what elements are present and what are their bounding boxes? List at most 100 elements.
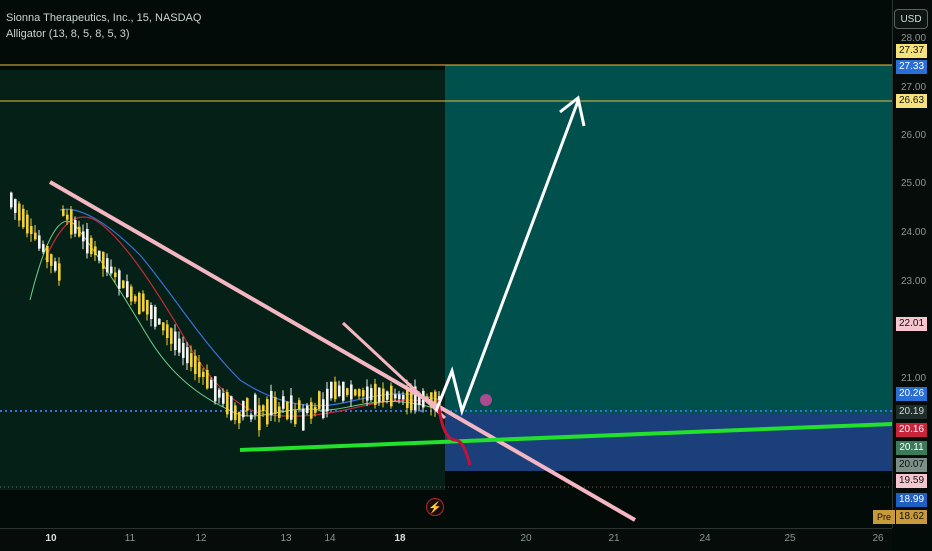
candle-body <box>30 226 33 234</box>
candle-body <box>182 342 185 358</box>
candle-body <box>298 400 301 410</box>
symbol-title[interactable]: Sionna Therapeutics, Inc., 15, NASDAQ <box>6 10 201 26</box>
price-tag: 20.26 <box>896 387 927 401</box>
candle-body <box>218 389 221 398</box>
target-zone[interactable] <box>445 65 892 413</box>
candle-body <box>142 293 145 312</box>
candle-body <box>190 353 193 367</box>
candle-body <box>306 405 309 413</box>
candle-body <box>102 251 105 269</box>
candle-body <box>98 250 101 261</box>
candle-body <box>46 245 49 263</box>
candle-body <box>74 219 77 234</box>
price-axis-label: 24.00 <box>901 227 927 238</box>
candle-body <box>122 280 125 289</box>
candle-body <box>314 406 317 413</box>
price-axis-label: 21.00 <box>901 373 927 384</box>
price-tag: 19.59 <box>896 474 927 488</box>
candle-body <box>398 394 401 400</box>
candle-body <box>350 384 353 400</box>
candle-body <box>266 399 269 425</box>
candle-body <box>26 214 29 234</box>
candle-body <box>258 405 261 431</box>
candle-body <box>322 399 325 419</box>
candle-body <box>246 398 249 411</box>
candle-body <box>286 401 289 420</box>
rocket-icon[interactable] <box>480 394 492 406</box>
candle-body <box>378 387 381 402</box>
candle-body <box>58 263 61 281</box>
candle-body <box>154 306 157 327</box>
candle-body <box>234 405 237 421</box>
stop-zone[interactable] <box>445 413 892 471</box>
candle-body <box>358 389 361 397</box>
time-axis-label: 18 <box>394 533 406 544</box>
candle-body <box>198 362 201 378</box>
chart-canvas[interactable] <box>0 0 932 550</box>
candle-body <box>66 214 69 220</box>
candle-body <box>82 231 85 242</box>
premarket-tag: Pre <box>873 510 895 524</box>
candle-body <box>130 286 133 302</box>
time-axis-label: 26 <box>872 533 884 544</box>
price-tag: 20.07 <box>896 458 927 472</box>
candle-body <box>14 199 17 213</box>
candle-body <box>342 381 345 401</box>
candle-body <box>230 396 233 420</box>
price-axis-label: 28.00 <box>901 33 927 44</box>
currency-button[interactable]: USD <box>894 9 928 29</box>
candle-body <box>202 371 205 377</box>
candle-body <box>34 232 37 240</box>
indicator-title[interactable]: Alligator (13, 8, 5, 8, 5, 3) <box>6 26 201 42</box>
candle-body <box>226 392 229 415</box>
candle-body <box>186 347 189 364</box>
candle-body <box>114 272 117 278</box>
candle-body <box>162 322 165 331</box>
candle-body <box>166 324 169 339</box>
chart-legend: Sionna Therapeutics, Inc., 15, NASDAQ Al… <box>6 10 201 42</box>
candle-body <box>146 299 149 315</box>
candle-body <box>346 388 349 395</box>
candle-body <box>334 381 337 400</box>
candle-body <box>110 266 113 274</box>
candle-body <box>326 388 329 412</box>
candle-body <box>150 305 153 319</box>
time-axis-label: 24 <box>699 533 711 544</box>
candle-body <box>194 355 197 374</box>
candle-body <box>174 331 177 351</box>
candle-body <box>214 376 217 402</box>
candle-body <box>366 386 369 401</box>
candle-body <box>370 388 373 400</box>
candle-body <box>270 391 273 416</box>
price-tag: 27.33 <box>896 60 927 74</box>
candle-body <box>302 408 305 431</box>
candle-body <box>374 383 377 405</box>
candle-body <box>78 226 81 237</box>
price-tag: 18.62 <box>896 510 927 524</box>
time-axis-label: 10 <box>45 533 57 544</box>
candle-body <box>362 390 365 397</box>
candle-body <box>94 246 97 256</box>
candle-body <box>50 254 53 266</box>
candle-body <box>354 389 357 396</box>
time-axis-label: 21 <box>608 533 620 544</box>
candle-body <box>18 203 21 221</box>
candle-body <box>310 402 313 419</box>
price-axis-label: 25.00 <box>901 178 927 189</box>
candle-body <box>282 396 285 409</box>
candle-body <box>294 410 297 425</box>
candle-body <box>254 394 257 415</box>
candle-body <box>42 244 45 252</box>
candle-body <box>170 328 173 344</box>
time-axis-label: 25 <box>784 533 796 544</box>
candle-body <box>54 261 57 271</box>
time-axis-label: 14 <box>324 533 336 544</box>
price-tag: 18.99 <box>896 493 927 507</box>
candle-body <box>138 292 141 315</box>
price-tag: 20.16 <box>896 423 927 437</box>
lightning-icon[interactable]: ⚡ <box>426 498 444 516</box>
candle-body <box>210 379 213 389</box>
candle-body <box>402 395 405 400</box>
candle-body <box>70 209 73 235</box>
time-axis-label: 13 <box>280 533 292 544</box>
